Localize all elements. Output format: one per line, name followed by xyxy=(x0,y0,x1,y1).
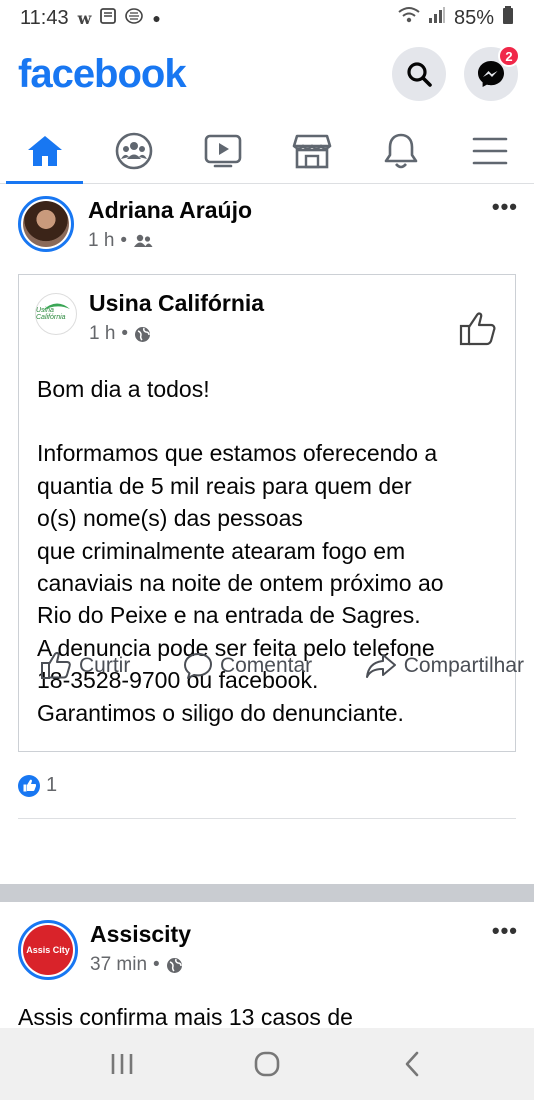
watch-icon xyxy=(204,134,241,167)
post-author-name[interactable]: Assiscity xyxy=(90,920,492,948)
more-notifications-dot: ● xyxy=(152,10,161,26)
post-more-options-button[interactable]: ••• xyxy=(492,196,518,218)
tab-watch[interactable] xyxy=(178,118,267,183)
bell-icon xyxy=(384,133,417,168)
meta-dot: • xyxy=(120,230,128,251)
feed-post: Adriana Araújo 1 h • ••• Usina Califórni… xyxy=(0,186,534,819)
wifi-icon xyxy=(398,6,420,30)
facebook-logo[interactable]: facebook xyxy=(18,52,374,97)
post-header: Assis City Assiscity 37 min • ••• xyxy=(0,902,534,980)
status-time: 11:43 xyxy=(20,6,69,29)
like-label: Curtir xyxy=(79,654,131,677)
meta-dot: • xyxy=(153,954,160,975)
home-circle-icon xyxy=(254,1051,280,1077)
shared-post-like-button[interactable] xyxy=(459,311,499,352)
post-line: Garantimos o siligo do denunciante. xyxy=(37,699,404,726)
hamburger-menu-icon xyxy=(472,137,507,164)
post-more-options-button[interactable]: ••• xyxy=(492,920,518,942)
reaction-count: 1 xyxy=(46,774,58,796)
tab-marketplace[interactable] xyxy=(267,118,356,183)
tab-notifications[interactable] xyxy=(356,118,445,183)
tab-groups[interactable] xyxy=(89,118,178,183)
like-reaction-icon xyxy=(18,774,40,797)
messenger-badge: 2 xyxy=(498,45,520,67)
post-meta: 37 min • xyxy=(90,954,492,976)
post-header: Adriana Araújo 1 h • ••• xyxy=(0,186,534,264)
marketplace-icon xyxy=(292,134,331,168)
friends-icon xyxy=(134,234,153,247)
post-time[interactable]: 37 min xyxy=(90,954,147,976)
share-icon xyxy=(365,654,396,678)
globe-icon xyxy=(166,957,182,973)
battery-icon xyxy=(502,6,514,30)
tab-home[interactable] xyxy=(0,118,89,184)
author-avatar[interactable]: Assis City xyxy=(18,920,78,980)
search-icon xyxy=(407,62,432,87)
leaf-logo-mark xyxy=(42,303,70,311)
status-bar: 11:43 w ● 85% xyxy=(0,0,534,36)
comment-icon xyxy=(183,653,212,679)
post-line: canaviais na noite de ontem próximo ao xyxy=(37,570,444,597)
tab-menu[interactable] xyxy=(445,118,534,183)
app-header: facebook 2 xyxy=(0,38,534,110)
instagram-like-icon xyxy=(125,7,144,29)
globe-icon xyxy=(135,326,151,342)
post-actions: Curtir Comentar Compartilhar xyxy=(0,640,534,692)
author-avatar[interactable] xyxy=(18,196,74,252)
post-text: Assis confirma mais 13 casos de xyxy=(18,1004,353,1030)
groups-icon xyxy=(115,132,152,169)
post-author-name[interactable]: Adriana Araújo xyxy=(88,196,492,224)
recent-apps-button[interactable] xyxy=(92,1039,152,1089)
w-icon: w xyxy=(77,8,92,28)
like-button[interactable]: Curtir xyxy=(40,651,130,681)
shared-post-header: Usina Califórnia Usina Califórnia 1 h • xyxy=(19,275,515,373)
battery-percent: 85% xyxy=(453,6,494,29)
post-greeting: Bom dia a todos! xyxy=(37,376,210,402)
home-button[interactable] xyxy=(237,1039,297,1089)
back-icon xyxy=(405,1051,418,1077)
signal-icon xyxy=(428,6,446,30)
share-label: Compartilhar xyxy=(403,654,524,677)
shared-post-meta: 1 h • xyxy=(89,323,459,345)
post-line: Informamos que estamos oferecendo a xyxy=(37,440,438,467)
home-icon xyxy=(27,135,62,166)
shared-post-time[interactable]: 1 h xyxy=(89,323,115,345)
page-logo[interactable]: Usina Califórnia xyxy=(35,293,77,335)
feed-separator xyxy=(0,884,534,902)
reactions-summary[interactable]: 1 xyxy=(18,774,57,797)
meta-dot: • xyxy=(121,323,129,344)
comment-label: Comentar xyxy=(219,654,313,677)
message-icon xyxy=(100,7,117,29)
post-time[interactable]: 1 h xyxy=(88,230,114,252)
search-button[interactable] xyxy=(392,47,446,101)
assiscity-logo: Assis City xyxy=(23,925,73,975)
main-tabs xyxy=(0,118,534,184)
back-button[interactable] xyxy=(382,1039,442,1089)
post-meta: 1 h • xyxy=(88,230,492,252)
actions-divider xyxy=(18,818,516,819)
post-line: Rio do Peixe e na entrada de Sagres. xyxy=(37,602,421,629)
share-button[interactable]: Compartilhar xyxy=(365,652,524,680)
system-navigation-bar xyxy=(0,1028,534,1100)
thumbs-up-outline-icon xyxy=(459,312,496,346)
feed-post: Assis City Assiscity 37 min • ••• Assis … xyxy=(0,902,534,1030)
post-line: quantia de 5 mil reais para quem der xyxy=(37,472,412,499)
messenger-button[interactable]: 2 xyxy=(464,45,520,101)
shared-page-name[interactable]: Usina Califórnia xyxy=(89,289,459,317)
comment-button[interactable]: Comentar xyxy=(183,652,312,680)
recent-apps-icon xyxy=(112,1054,133,1074)
thumbs-up-icon xyxy=(41,651,71,679)
post-line: que criminalmente atearam fogo em xyxy=(37,537,406,564)
post-line: o(s) nome(s) das pessoas xyxy=(37,505,303,532)
